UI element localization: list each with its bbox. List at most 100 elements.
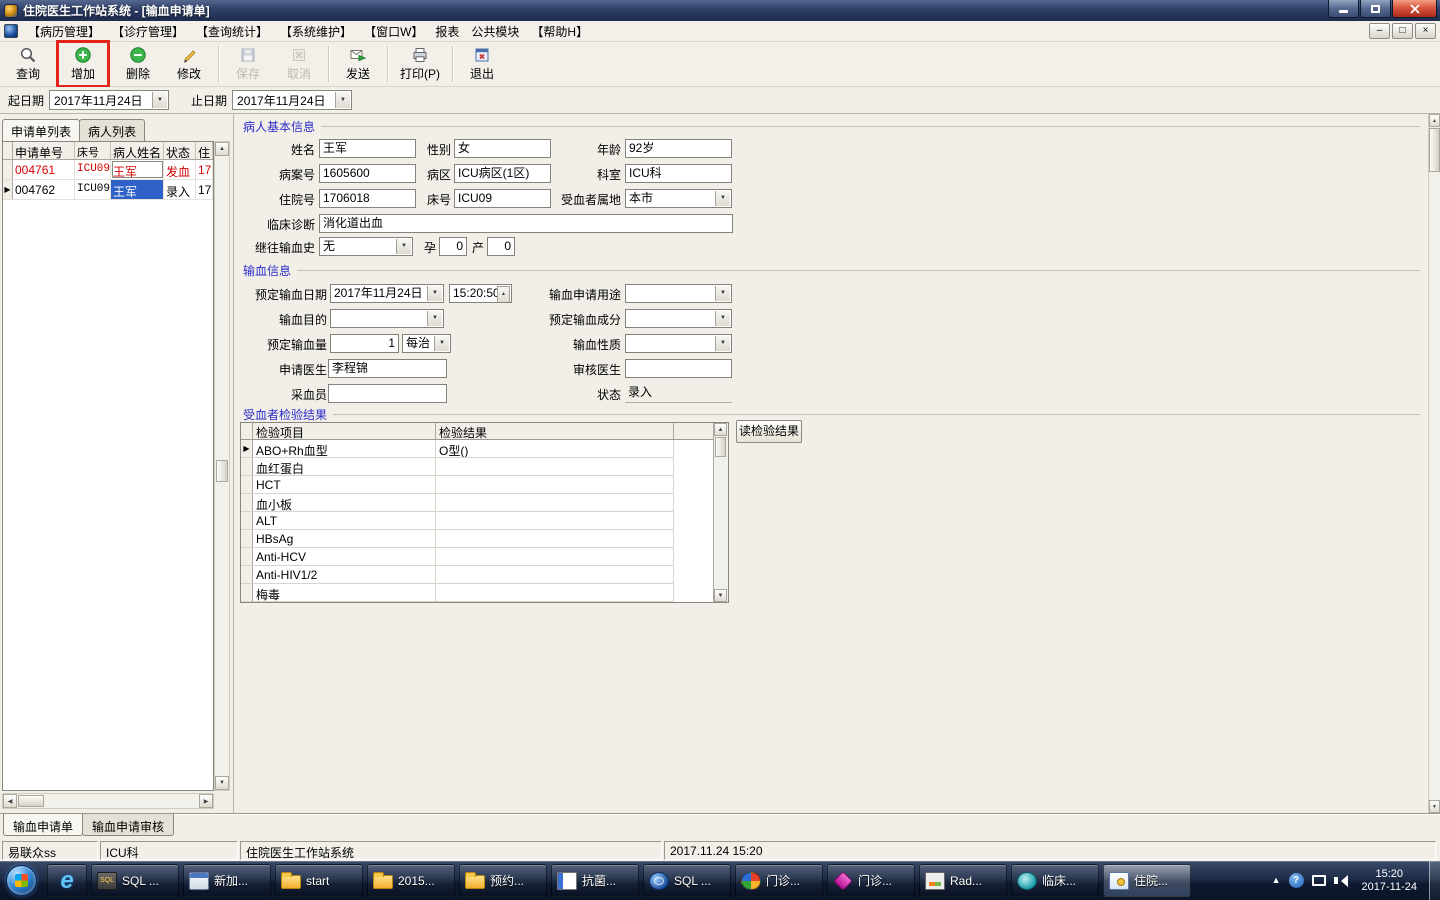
- taskbar-item-internet-explorer[interactable]: e: [47, 864, 87, 897]
- test-item-cell[interactable]: 血小板: [253, 494, 436, 512]
- test-result-row[interactable]: HBsAg: [241, 530, 728, 548]
- dropdown-arrow-icon[interactable]: ▼: [715, 191, 730, 206]
- cell-bed-no[interactable]: ICU09: [75, 160, 111, 179]
- cancel-button[interactable]: 取消: [277, 44, 321, 84]
- menu-item[interactable]: 【窗口W】: [358, 21, 429, 42]
- applying-doctor-field[interactable]: 李程锦: [328, 359, 447, 378]
- cell-application-no[interactable]: 004762: [13, 180, 75, 199]
- cell-clipped[interactable]: 17: [196, 180, 213, 199]
- test-result-cell[interactable]: [436, 548, 674, 566]
- taskbar-item-2015-folder[interactable]: 2015...: [367, 864, 455, 897]
- col-header-application-no[interactable]: 申请单号: [13, 142, 75, 159]
- add-button[interactable]: 增加: [61, 44, 105, 84]
- test-result-row[interactable]: ALT: [241, 512, 728, 530]
- tab-transfusion-application[interactable]: 输血申请单: [3, 814, 84, 836]
- test-item-cell[interactable]: 血红蛋白: [253, 458, 436, 476]
- time-spinner[interactable]: ▲▼: [497, 286, 510, 302]
- read-test-results-button[interactable]: 读检验结果: [736, 420, 802, 443]
- query-button[interactable]: 查询: [6, 44, 50, 84]
- test-item-cell[interactable]: ABO+Rh血型: [253, 440, 436, 458]
- mdi-restore-button[interactable]: □: [1392, 23, 1413, 39]
- taskbar-item-sql-2[interactable]: SQL ...: [643, 864, 731, 897]
- test-item-cell[interactable]: HBsAg: [253, 530, 436, 548]
- age-field[interactable]: 92岁: [625, 139, 732, 158]
- scrollbar-thumb[interactable]: [216, 460, 228, 482]
- col-header-bed-no[interactable]: 床号: [75, 142, 111, 159]
- cell-patient-name[interactable]: 王军: [111, 160, 164, 179]
- scroll-down-icon[interactable]: ▼: [215, 776, 229, 790]
- test-item-cell[interactable]: HCT: [253, 476, 436, 494]
- cell-patient-name-selected[interactable]: 王军: [111, 180, 164, 199]
- minimize-button[interactable]: [1328, 0, 1359, 18]
- dropdown-arrow-icon[interactable]: ▼: [427, 286, 442, 301]
- amount-unit-select[interactable]: 每治 ▼: [402, 334, 451, 353]
- modify-button[interactable]: 修改: [167, 44, 211, 84]
- dropdown-arrow-icon[interactable]: ▼: [427, 311, 442, 326]
- exit-button[interactable]: 退出: [460, 44, 504, 84]
- save-button[interactable]: 保存: [226, 44, 270, 84]
- test-result-row[interactable]: Anti-HIV1/2: [241, 566, 728, 584]
- test-result-row[interactable]: HCT: [241, 476, 728, 494]
- scroll-up-icon[interactable]: ▲: [714, 423, 727, 436]
- test-result-row[interactable]: 血红蛋白: [241, 458, 728, 476]
- dropdown-arrow-icon[interactable]: ▼: [396, 239, 411, 254]
- pregnancy-field[interactable]: 0: [439, 237, 467, 256]
- tray-display-icon[interactable]: [1311, 875, 1326, 886]
- test-item-cell[interactable]: Anti-HIV1/2: [253, 566, 436, 584]
- amount-field[interactable]: 1: [330, 334, 399, 353]
- tray-chevron-up-icon[interactable]: ▲: [1272, 876, 1281, 885]
- taskbar-clock[interactable]: 15:20 2017-11-24: [1362, 868, 1417, 894]
- table-row-selected[interactable]: ▶ 004762 ICU09 王军 录入 17: [3, 180, 213, 200]
- dropdown-arrow-icon[interactable]: ▼: [715, 286, 730, 301]
- test-result-row[interactable]: ▶ ABO+Rh血型 O型(): [241, 440, 728, 458]
- test-result-cell[interactable]: [436, 458, 674, 476]
- taskbar-item-linchuang[interactable]: 临床...: [1011, 864, 1099, 897]
- col-header-test-item[interactable]: 检验项目: [253, 423, 436, 440]
- scrollbar-thumb[interactable]: [18, 795, 44, 807]
- test-result-cell[interactable]: [436, 476, 674, 494]
- show-desktop-button[interactable]: [1429, 861, 1440, 900]
- tray-help-icon[interactable]: ?: [1288, 873, 1304, 888]
- cell-clipped[interactable]: 17: [196, 160, 213, 179]
- test-grid-vertical-scrollbar[interactable]: ▲ ▼: [713, 423, 728, 602]
- menu-item[interactable]: 公共模块: [465, 21, 525, 42]
- menu-item[interactable]: 【查询统计】: [190, 21, 274, 42]
- end-date-select[interactable]: 2017年11月24日 ▼: [232, 90, 353, 110]
- form-vertical-scrollbar[interactable]: ▲ ▼: [1428, 114, 1440, 813]
- test-result-cell[interactable]: [436, 584, 674, 602]
- start-date-select[interactable]: 2017年11月24日 ▼: [49, 90, 170, 110]
- col-header-test-result[interactable]: 检验结果: [436, 423, 674, 440]
- test-item-cell[interactable]: ALT: [253, 512, 436, 530]
- dept-field[interactable]: ICU科: [625, 164, 732, 183]
- menu-item[interactable]: 【系统维护】: [274, 21, 358, 42]
- scrollbar-thumb[interactable]: [715, 437, 726, 457]
- blood-collector-field[interactable]: [328, 384, 447, 403]
- delete-button[interactable]: 删除: [116, 44, 160, 84]
- left-grid-vertical-scrollbar[interactable]: ▲ ▼: [214, 141, 230, 791]
- test-result-cell[interactable]: [436, 530, 674, 548]
- test-result-cell[interactable]: [436, 494, 674, 512]
- locale-select[interactable]: 本市 ▼: [625, 189, 732, 208]
- cell-bed-no[interactable]: ICU09: [75, 180, 111, 199]
- transfusion-date-select[interactable]: 2017年11月24日 ▼: [330, 284, 444, 303]
- diagnosis-field[interactable]: 消化道出血: [319, 214, 733, 233]
- tab-transfusion-review[interactable]: 输血申请审核: [82, 814, 175, 836]
- taskbar-item-start-folder[interactable]: start: [275, 864, 363, 897]
- test-result-cell[interactable]: [436, 512, 674, 530]
- dropdown-arrow-icon[interactable]: ▼: [715, 311, 730, 326]
- dropdown-arrow-icon[interactable]: ▼: [152, 92, 168, 108]
- menu-item[interactable]: 【病历管理】: [22, 21, 106, 42]
- transfusion-goal-select[interactable]: ▼: [330, 309, 444, 328]
- mdi-close-button[interactable]: ×: [1415, 23, 1436, 39]
- taskbar-item-sql-1[interactable]: SQL ...: [91, 864, 179, 897]
- dropdown-arrow-icon[interactable]: ▼: [434, 336, 449, 351]
- menu-item[interactable]: 【诊疗管理】: [106, 21, 190, 42]
- nature-select[interactable]: ▼: [625, 334, 732, 353]
- maximize-button[interactable]: [1360, 0, 1391, 18]
- taskbar-item-menzhen-1[interactable]: 门诊...: [735, 864, 823, 897]
- left-grid-horizontal-scrollbar[interactable]: ◀ ▶: [2, 793, 214, 809]
- scroll-up-icon[interactable]: ▲: [215, 142, 229, 156]
- test-item-cell[interactable]: Anti-HCV: [253, 548, 436, 566]
- test-result-cell[interactable]: O型(): [436, 440, 674, 458]
- scroll-down-icon[interactable]: ▼: [1429, 800, 1440, 813]
